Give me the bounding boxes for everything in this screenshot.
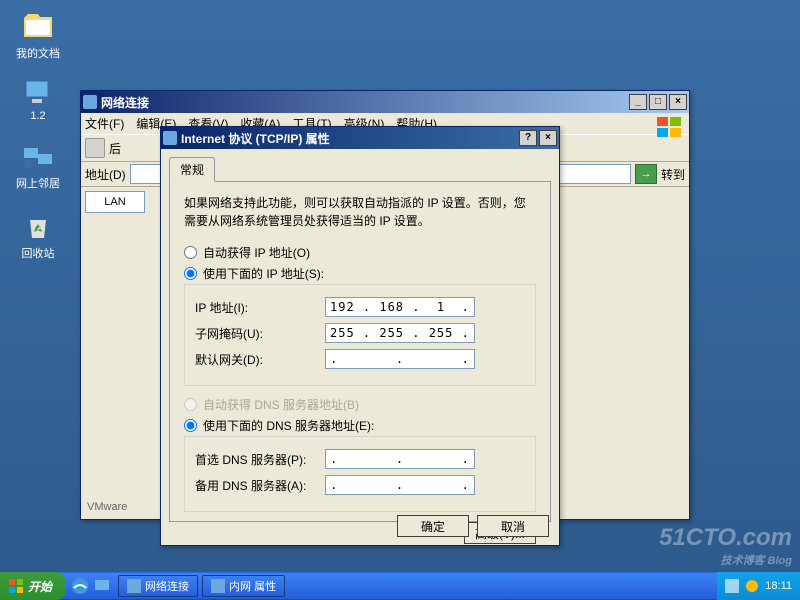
go-button[interactable]: → (635, 164, 657, 184)
ip-label: IP 地址(I): (195, 299, 325, 316)
dns-fieldset: 首选 DNS 服务器(P): 备用 DNS 服务器(A): (184, 436, 536, 512)
description-text: 如果网络支持此功能，则可以获取自动指派的 IP 设置。否则，您需要从网络系统管理… (184, 194, 536, 230)
lan-item[interactable]: LAN (85, 191, 145, 213)
label: 我的文档 (16, 48, 60, 60)
tab-general[interactable]: 常规 (169, 157, 215, 182)
network-icon (83, 95, 97, 109)
properties-icon (211, 579, 225, 593)
task-label: 网络连接 (145, 578, 189, 594)
manual-ip-radio[interactable] (184, 267, 197, 280)
manual-ip-radio-row[interactable]: 使用下面的 IP 地址(S): (184, 265, 536, 282)
label: 1.2 (30, 110, 45, 122)
auto-dns-radio-row: 自动获得 DNS 服务器地址(B) (184, 396, 536, 413)
network-neighborhood-icon[interactable]: 网上邻居 (8, 140, 68, 191)
titlebar[interactable]: Internet 协议 (TCP/IP) 属性 ? × (161, 127, 559, 149)
auto-ip-radio[interactable] (184, 246, 197, 259)
start-button[interactable]: 开始 (0, 572, 66, 600)
tab-strip: 常规 (169, 157, 551, 182)
dialog-body: 常规 如果网络支持此功能，则可以获取自动指派的 IP 设置。否则，您需要从网络系… (161, 149, 559, 545)
quick-launch (66, 576, 116, 596)
gateway-label: 默认网关(D): (195, 351, 325, 368)
dns2-label: 备用 DNS 服务器(A): (195, 477, 325, 494)
go-label: 转到 (661, 166, 685, 183)
ok-button[interactable]: 确定 (397, 515, 469, 537)
computer-icon[interactable]: 1.2 (8, 75, 68, 122)
start-label: 开始 (28, 578, 52, 595)
my-documents-icon[interactable]: 我的文档 (8, 10, 68, 61)
vmware-label: VMware (87, 501, 127, 513)
dialog-buttons: 确定 取消 (397, 515, 549, 537)
tray-icon[interactable] (725, 579, 739, 593)
system-tray: 18:11 (717, 572, 800, 600)
mask-label: 子网掩码(U): (195, 325, 325, 342)
network-icon (127, 579, 141, 593)
auto-ip-label: 自动获得 IP 地址(O) (203, 244, 310, 261)
ie-icon[interactable] (70, 576, 90, 596)
manual-dns-radio-row[interactable]: 使用下面的 DNS 服务器地址(E): (184, 417, 536, 434)
tray-icon[interactable] (745, 579, 759, 593)
desktop: 我的文档 1.2 网上邻居 回收站 网络连接 _ □ × 文件(F) 编辑(E)… (0, 0, 800, 600)
ip-address-input[interactable] (325, 297, 475, 317)
dialog-title: Internet 协议 (TCP/IP) 属性 (181, 130, 330, 147)
tcpip-properties-dialog: Internet 协议 (TCP/IP) 属性 ? × 常规 如果网络支持此功能… (160, 126, 560, 546)
dns1-label: 首选 DNS 服务器(P): (195, 451, 325, 468)
cancel-button[interactable]: 取消 (477, 515, 549, 537)
auto-dns-label: 自动获得 DNS 服务器地址(B) (203, 396, 359, 413)
app-icon (163, 131, 177, 145)
task-label: 内网 属性 (229, 578, 276, 594)
close-button[interactable]: × (539, 130, 557, 146)
taskbar: 开始 网络连接 内网 属性 18:11 (0, 572, 800, 600)
help-button[interactable]: ? (519, 130, 537, 146)
back-label: 后 (109, 140, 121, 157)
auto-dns-radio (184, 398, 197, 411)
recycle-bin-icon[interactable]: 回收站 (8, 210, 68, 261)
addr-label: 地址(D) (85, 166, 126, 183)
ip-fieldset: IP 地址(I): 子网掩码(U): 默认网关(D): (184, 284, 536, 386)
dns1-input[interactable] (325, 449, 475, 469)
gateway-input[interactable] (325, 349, 475, 369)
maximize-button[interactable]: □ (649, 94, 667, 110)
clock[interactable]: 18:11 (765, 580, 792, 592)
watermark: 51CTO.com 技术博客 Blog (659, 524, 792, 568)
menu-file[interactable]: 文件(F) (85, 115, 124, 132)
title: 网络连接 (101, 94, 149, 111)
manual-ip-label: 使用下面的 IP 地址(S): (203, 265, 324, 282)
auto-ip-radio-row[interactable]: 自动获得 IP 地址(O) (184, 244, 536, 261)
manual-dns-label: 使用下面的 DNS 服务器地址(E): (203, 417, 374, 434)
manual-dns-radio[interactable] (184, 419, 197, 432)
tab-content: 如果网络支持此功能，则可以获取自动指派的 IP 设置。否则，您需要从网络系统管理… (169, 182, 551, 522)
subnet-mask-input[interactable] (325, 323, 475, 343)
back-button[interactable] (85, 138, 105, 158)
close-button[interactable]: × (669, 94, 687, 110)
task-network-connections[interactable]: 网络连接 (118, 575, 198, 597)
minimize-button[interactable]: _ (629, 94, 647, 110)
label: 回收站 (22, 248, 55, 260)
titlebar[interactable]: 网络连接 _ □ × (81, 91, 689, 113)
dns2-input[interactable] (325, 475, 475, 495)
windows-logo-icon (655, 115, 685, 139)
desktop-icon[interactable] (92, 576, 112, 596)
label: 网上邻居 (16, 178, 60, 190)
task-lan-properties[interactable]: 内网 属性 (202, 575, 285, 597)
sidebar: LAN (85, 191, 145, 213)
